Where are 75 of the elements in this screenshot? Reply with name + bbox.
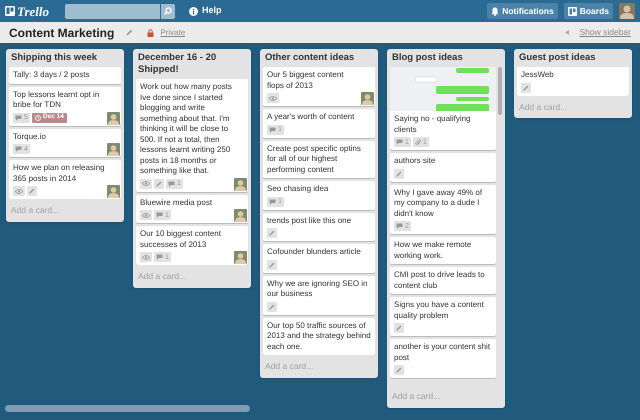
clock-icon bbox=[34, 114, 41, 120]
card[interactable]: Create post specific optins for all of our highest performing content bbox=[263, 140, 375, 178]
card-title: Tally: 3 days / 2 posts bbox=[13, 70, 90, 80]
help-link[interactable]: Help bbox=[189, 4, 222, 18]
logo-text: Trello bbox=[17, 4, 50, 18]
card-title: trends post like this one bbox=[267, 216, 352, 226]
paperclip-icon bbox=[414, 138, 421, 146]
horizontal-scrollbar[interactable] bbox=[5, 405, 250, 412]
list-title: Other content ideas bbox=[264, 52, 356, 65]
list-title: Shipping this week bbox=[10, 52, 98, 65]
card-title: Torque.io bbox=[13, 132, 47, 142]
card-title: Signs you have a content quality problem bbox=[394, 300, 485, 321]
card-title: Why we are ignoring SEO in our business bbox=[267, 278, 368, 300]
card[interactable]: Signs you have a content quality problem bbox=[390, 297, 496, 336]
card[interactable]: CMI post to drive leads to content club bbox=[390, 267, 496, 294]
logo-icon bbox=[5, 6, 15, 16]
card-title: Work out how many posts Ive done since I started blogging and write something about that. I'm thinking it will be close to 500. If not a total, then lessons learnt writing 250 posts in 18 months or something like that. bbox=[140, 82, 233, 176]
speech-bubble-icon bbox=[396, 139, 403, 145]
card-title: Our 10 biggest content successes of 2013 bbox=[140, 229, 222, 250]
speech-bubble-icon bbox=[156, 212, 163, 218]
speech-bubble-icon bbox=[269, 198, 276, 204]
eye-icon bbox=[142, 254, 150, 260]
board-title: Content Marketing bbox=[9, 24, 114, 42]
card-title: authors site bbox=[394, 156, 436, 166]
eye-icon bbox=[142, 181, 150, 186]
card[interactable]: Why we are ignoring SEO in our business bbox=[263, 276, 375, 314]
speech-bubble-icon bbox=[15, 146, 22, 152]
card[interactable]: trends post like this one bbox=[263, 212, 375, 241]
vertical-scrollbar[interactable] bbox=[498, 67, 502, 115]
card-title: Saying no - qualifying clients bbox=[394, 114, 472, 135]
list-title: Guest post ideas bbox=[518, 52, 597, 65]
card-title: Seo chasing idea bbox=[267, 184, 330, 194]
card-title: CMI post to drive leads to content club bbox=[394, 270, 486, 291]
speech-bubble-icon bbox=[269, 126, 276, 132]
lock-icon bbox=[147, 28, 154, 36]
card[interactable]: another is your content shit post bbox=[390, 339, 496, 378]
card-title: Why I gave away 49% of my company to a dude I didn't know bbox=[394, 188, 484, 219]
card[interactable]: How we plan on releasing 365 posts in 2014 bbox=[9, 160, 121, 199]
speech-bubble-icon bbox=[396, 223, 403, 229]
speech-bubble-icon bbox=[15, 114, 22, 120]
list-title: December 16 - 20 Shipped! bbox=[137, 52, 218, 77]
card-title: How we make remote working work. bbox=[394, 240, 472, 261]
bell-icon bbox=[491, 6, 500, 16]
card-title: Bluewire media post bbox=[140, 198, 214, 208]
eye-icon bbox=[269, 96, 277, 100]
card-title: Cofounder blunders article bbox=[267, 247, 362, 258]
speech-bubble-icon bbox=[156, 254, 163, 260]
speech-bubble-icon bbox=[168, 180, 175, 186]
eye-icon bbox=[142, 212, 150, 218]
notifications-button[interactable]: Notifications bbox=[487, 3, 558, 19]
list-title: Blog post ideas bbox=[391, 52, 464, 65]
triangle-icon bbox=[565, 30, 570, 35]
search-icon bbox=[164, 7, 172, 15]
eye-icon bbox=[15, 188, 23, 194]
card[interactable]: Our 5 biggest content flops of 2013 bbox=[263, 67, 375, 106]
search-button[interactable] bbox=[160, 4, 176, 18]
info-icon bbox=[189, 6, 198, 16]
card-title: How we plan on releasing 365 posts in 2014 bbox=[13, 163, 106, 184]
card[interactable]: Tally: 3 days / 2 posts bbox=[9, 67, 121, 84]
card[interactable]: authors site bbox=[390, 153, 496, 182]
card-title: A year's worth of content bbox=[267, 112, 356, 122]
boards-button[interactable]: Boards bbox=[564, 3, 613, 19]
card-title: Our 5 biggest content flops of 2013 bbox=[267, 70, 344, 91]
card-title: Top lessons learnt opt in bribe for TDN bbox=[13, 90, 100, 110]
user-avatar[interactable] bbox=[619, 3, 635, 19]
pencil-icon bbox=[126, 29, 134, 36]
card-title: another is your content shit post bbox=[394, 342, 492, 363]
card[interactable]: JessWeb bbox=[517, 67, 629, 96]
card-title: JessWeb bbox=[521, 70, 555, 80]
card[interactable]: Cofounder blunders article bbox=[263, 244, 375, 272]
board-icon bbox=[568, 6, 577, 16]
card[interactable]: How we make remote working work. bbox=[390, 237, 496, 264]
search-field[interactable] bbox=[65, 4, 160, 18]
card[interactable] bbox=[136, 79, 248, 192]
card-title: Create post specific optins for all of our highest performing content bbox=[267, 144, 362, 175]
